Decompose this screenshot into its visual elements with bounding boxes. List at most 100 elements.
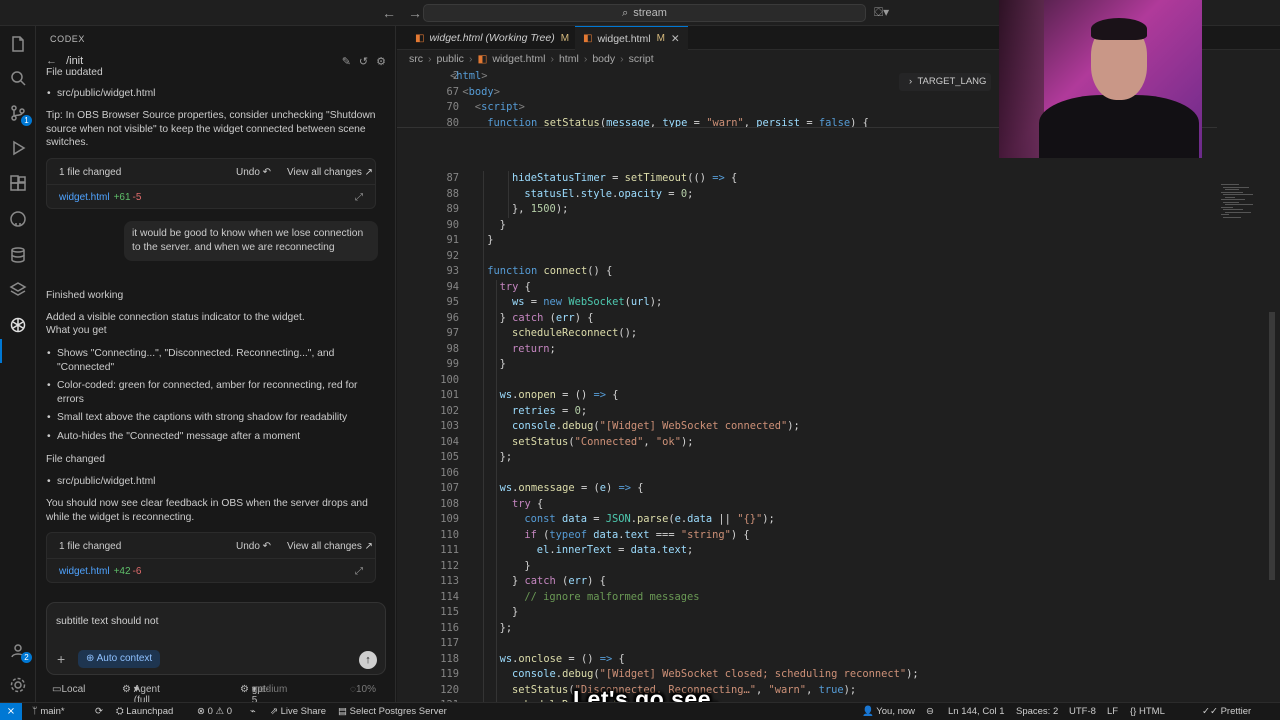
layers-icon[interactable]: [8, 280, 28, 300]
code-line[interactable]: 111 el.innerText = data.text;: [397, 543, 1217, 559]
view-all-changes-button[interactable]: View all changes ↗: [287, 167, 373, 178]
github-icon[interactable]: [8, 209, 28, 229]
code-line[interactable]: 96} catch (err) {: [397, 311, 1217, 327]
changes-card: 1 file changed Undo ↶ View all changes ↗…: [46, 158, 376, 209]
code-line[interactable]: 112}: [397, 559, 1217, 575]
ports-icon[interactable]: ⌁: [250, 706, 256, 717]
settings-gear-icon[interactable]: [8, 675, 28, 695]
run-debug-icon[interactable]: [8, 138, 28, 158]
line-number: 115: [440, 606, 459, 618]
branch-indicator[interactable]: ᛘ main*: [32, 706, 65, 717]
tab-widget-html[interactable]: ◧ widget.html M ✕: [575, 26, 688, 50]
composer-input[interactable]: subtitle text should not: [56, 616, 158, 627]
code-line[interactable]: 110 if (typeof data.text === "string") {: [397, 528, 1217, 544]
close-tab-icon[interactable]: ✕: [671, 33, 680, 45]
code-line[interactable]: 93 function connect() {: [397, 264, 1217, 280]
code-line[interactable]: 107 ws.onmessage = (e) => {: [397, 481, 1217, 497]
zoom-icon[interactable]: ⊖: [926, 706, 934, 717]
model-select[interactable]: ⚙ gpt-5 medium ▾: [240, 684, 287, 702]
code-line[interactable]: 91}: [397, 233, 1217, 249]
remote-icon[interactable]: ⨯: [0, 703, 22, 720]
sync-icon[interactable]: ⟳: [95, 706, 103, 717]
code-line[interactable]: 101 ws.onopen = () => {: [397, 388, 1217, 404]
code-line[interactable]: 116};: [397, 621, 1217, 637]
source-control-icon[interactable]: 1: [8, 103, 32, 126]
launchpad-item[interactable]: ⛭ Launchpad: [116, 706, 173, 717]
language-mode[interactable]: {} HTML: [1130, 706, 1165, 717]
end-of-line[interactable]: LF: [1107, 706, 1118, 717]
code-line[interactable]: 99}: [397, 357, 1217, 373]
live-share-button[interactable]: ⇗ Live Share: [270, 706, 326, 717]
breadcrumb-item[interactable]: body: [592, 53, 615, 65]
code-line[interactable]: 105};: [397, 450, 1217, 466]
breadcrumb-item[interactable]: src: [409, 53, 423, 65]
code-line[interactable]: 90}: [397, 218, 1217, 234]
changed-file-link[interactable]: widget.html +42 -6: [59, 566, 141, 577]
breadcrumb-item[interactable]: script: [629, 53, 654, 65]
agent-mode-select[interactable]: ⚙ Agent (full access) ▾: [122, 684, 160, 702]
code-line[interactable]: 118 ws.onclose = () => {: [397, 652, 1217, 668]
extensions-icon[interactable]: [8, 174, 28, 194]
postgres-selector[interactable]: ▤ Select Postgres Server: [338, 706, 447, 717]
expand-icon[interactable]: ⤢: [355, 192, 363, 203]
search-sidebar-icon[interactable]: [8, 68, 28, 88]
code-line[interactable]: 88 statusEl.style.opacity = 0;: [397, 187, 1217, 203]
changed-file-link[interactable]: widget.html +61 -5: [59, 192, 141, 203]
undo-button[interactable]: Undo ↶: [236, 541, 271, 552]
undo-button[interactable]: Undo ↶: [236, 167, 271, 178]
code-line[interactable]: 87 hideStatusTimer = setTimeout(() => {: [397, 171, 1217, 187]
auto-context-chip[interactable]: ⊕ Auto context: [78, 650, 161, 668]
view-all-changes-button[interactable]: View all changes ↗: [287, 541, 373, 552]
summary-line-2: What you get: [46, 325, 107, 336]
command-search-box[interactable]: ⌕ stream: [423, 4, 866, 22]
encoding[interactable]: UTF-8: [1069, 706, 1096, 717]
code-line[interactable]: 100: [397, 373, 1217, 389]
code-line[interactable]: 89}, 1500);: [397, 202, 1217, 218]
code-line[interactable]: 109 const data = JSON.parse(e.data || "{}…: [397, 512, 1217, 528]
minimap[interactable]: [1217, 136, 1273, 702]
code-line[interactable]: 120 setStatus("Disconnected. Reconnecting…: [397, 683, 1217, 699]
add-attachment-icon[interactable]: +: [57, 651, 65, 667]
breadcrumb-item[interactable]: html: [559, 53, 579, 65]
editor-scrollbar[interactable]: [1269, 312, 1275, 580]
cursor-position[interactable]: Ln 144, Col 1: [948, 706, 1005, 717]
code-line[interactable]: 104 setStatus("Connected", "ok");: [397, 435, 1217, 451]
code-line[interactable]: 92: [397, 249, 1217, 265]
explorer-icon[interactable]: [8, 34, 28, 54]
line-number: 110: [440, 528, 459, 541]
minimap-line: [1225, 196, 1235, 198]
codex-icon[interactable]: [8, 315, 28, 335]
code-line[interactable]: 106: [397, 466, 1217, 482]
back-arrow-icon[interactable]: ←: [382, 5, 396, 21]
code-line[interactable]: 119 console.debug("[Widget] WebSocket clo…: [397, 667, 1217, 683]
composer[interactable]: subtitle text should not + ⊕ Auto contex…: [46, 602, 386, 675]
breadcrumb-item[interactable]: widget.html: [492, 53, 545, 65]
code-line[interactable]: 108 try {: [397, 497, 1217, 513]
code-line[interactable]: 113} catch (err) {: [397, 574, 1217, 590]
code-line[interactable]: 95 ws = new WebSocket(url);: [397, 295, 1217, 311]
forward-arrow-icon[interactable]: →: [408, 5, 422, 21]
expand-icon[interactable]: ⤢: [355, 566, 363, 577]
code-line[interactable]: 94 try {: [397, 280, 1217, 296]
code-line[interactable]: 117: [397, 636, 1217, 652]
code-line[interactable]: 103 console.debug("[Widget] WebSocket con…: [397, 419, 1217, 435]
copilot-icon[interactable]: ⛋▾: [874, 5, 889, 20]
line-number: 97: [446, 327, 459, 339]
code-text: if (typeof data.text === "string") {: [524, 528, 750, 541]
prettier-status[interactable]: ✓✓ Prettier: [1202, 706, 1251, 717]
code-line[interactable]: 102 retries = 0;: [397, 404, 1217, 420]
indentation[interactable]: Spaces: 2: [1016, 706, 1058, 717]
account-icon[interactable]: 2: [8, 640, 32, 663]
breadcrumb-item[interactable]: public: [437, 53, 464, 65]
problems-indicator[interactable]: ⊗ 0 ⚠ 0: [197, 706, 232, 717]
database-icon[interactable]: [8, 245, 28, 265]
outline-item[interactable]: › TARGET_LANG: [899, 73, 991, 91]
tab-widget-working-tree[interactable]: ◧ widget.html (Working Tree) M: [407, 26, 577, 50]
local-select[interactable]: ▭ Local: [52, 684, 85, 695]
code-line[interactable]: 114 // ignore malformed messages: [397, 590, 1217, 606]
code-line[interactable]: 115}: [397, 605, 1217, 621]
code-line[interactable]: 98 return;: [397, 342, 1217, 358]
code-line[interactable]: 97 scheduleReconnect();: [397, 326, 1217, 342]
git-blame[interactable]: 👤 You, now: [862, 706, 915, 717]
send-button[interactable]: ↑: [359, 651, 377, 669]
